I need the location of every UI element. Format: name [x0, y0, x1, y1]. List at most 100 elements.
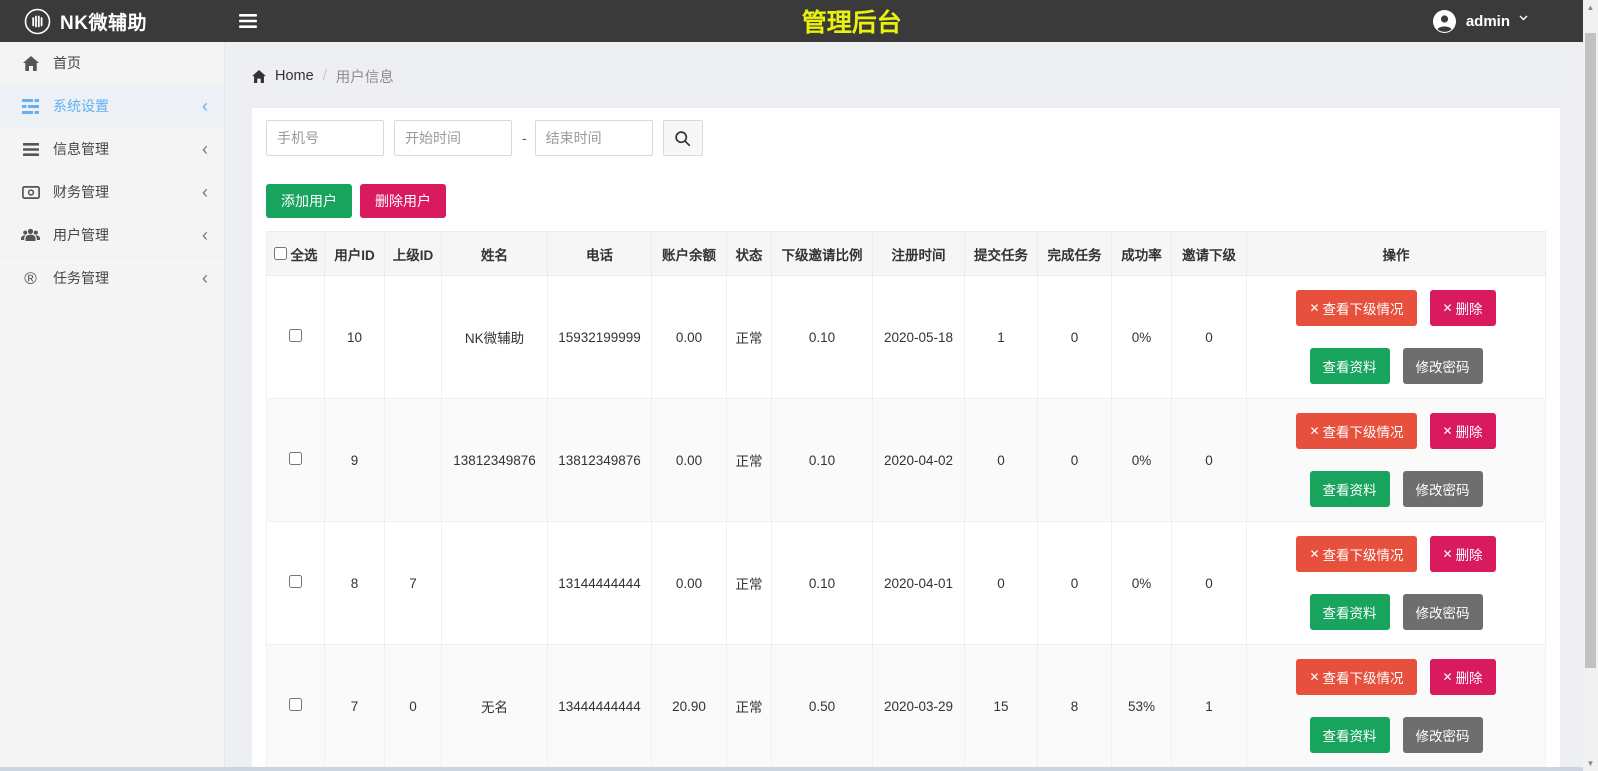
cell-submitted: 0 [965, 399, 1038, 522]
top-header: NK微辅助 管理后台 admin [0, 0, 1598, 42]
delete-row-button[interactable]: ✕删除 [1430, 659, 1496, 695]
end-time-input[interactable] [535, 120, 653, 156]
delete-row-button[interactable]: ✕删除 [1430, 290, 1496, 326]
cell-parent-id: 0 [385, 645, 442, 768]
cell-phone: 15932199999 [548, 276, 652, 399]
bottom-edge [0, 767, 1583, 771]
delete-user-button[interactable]: 删除用户 [360, 184, 446, 218]
view-profile-button[interactable]: 查看资料 [1310, 348, 1390, 384]
delete-row-button[interactable]: ✕删除 [1430, 536, 1496, 572]
search-button[interactable] [663, 120, 703, 156]
table-row: 8 7 13144444444 0.00 正常 0.10 2020-04-01 … [267, 522, 1546, 645]
breadcrumb-home[interactable]: Home [275, 68, 314, 84]
cell-phone: 13144444444 [548, 522, 652, 645]
cell-balance: 20.90 [652, 645, 727, 768]
change-password-button[interactable]: 修改密码 [1403, 594, 1483, 630]
change-password-button[interactable]: 修改密码 [1403, 471, 1483, 507]
header-submitted: 提交任务 [965, 232, 1038, 276]
view-subordinates-button[interactable]: ✕查看下级情况 [1296, 413, 1416, 449]
cell-invited: 1 [1172, 645, 1247, 768]
cell-success-rate: 0% [1112, 276, 1172, 399]
view-profile-button[interactable]: 查看资料 [1310, 594, 1390, 630]
chevron-down-icon [1519, 15, 1528, 21]
header-operations: 操作 [1247, 232, 1546, 276]
view-profile-button[interactable]: 查看资料 [1310, 471, 1390, 507]
registered-icon: ® [21, 270, 40, 287]
view-profile-button[interactable]: 查看资料 [1310, 717, 1390, 753]
cell-success-rate: 53% [1112, 645, 1172, 768]
sidebar-item-system-settings[interactable]: 系统设置 ‹ [0, 85, 224, 128]
date-range-separator: - [522, 130, 527, 146]
users-table: 全选 用户ID 上级ID 姓名 电话 账户余额 状态 下级邀请比例 注册时间 提… [266, 231, 1546, 768]
admin-app: NK微辅助 管理后台 admin 首页 [0, 0, 1598, 771]
home-icon [21, 56, 40, 71]
phone-input[interactable] [266, 120, 384, 156]
cell-user-id: 10 [325, 276, 385, 399]
row-checkbox[interactable] [289, 452, 302, 465]
scroll-down-button[interactable]: ▼ [1583, 756, 1598, 771]
view-subordinates-button[interactable]: ✕查看下级情况 [1296, 536, 1416, 572]
header-reg-time: 注册时间 [873, 232, 965, 276]
cell-parent-id: 7 [385, 522, 442, 645]
sidebar-item-finance-management[interactable]: 财务管理 ‹ [0, 171, 224, 214]
menu-toggle-button[interactable] [239, 14, 257, 28]
cell-invite-ratio: 0.10 [772, 399, 873, 522]
sidebar-item-task-management[interactable]: ® 任务管理 ‹ [0, 257, 224, 300]
table-actions: 添加用户 删除用户 [266, 184, 1546, 218]
sidebar-item-user-management[interactable]: 用户管理 ‹ [0, 214, 224, 257]
row-checkbox[interactable] [289, 575, 302, 588]
hamburger-icon [239, 14, 257, 28]
cell-invite-ratio: 0.10 [772, 276, 873, 399]
vertical-scrollbar[interactable]: ▲ ▼ [1583, 0, 1598, 771]
chevron-left-icon: ‹ [202, 183, 208, 201]
table-row: 10 NK微辅助 15932199999 0.00 正常 0.10 2020-0… [267, 276, 1546, 399]
cell-name: 无名 [442, 645, 548, 768]
info-management-icon [21, 143, 40, 156]
view-subordinates-button[interactable]: ✕查看下级情况 [1296, 290, 1416, 326]
cell-reg-time: 2020-04-02 [873, 399, 965, 522]
cell-name: 13812349876 [442, 399, 548, 522]
cell-invite-ratio: 0.50 [772, 645, 873, 768]
breadcrumb-separator: / [323, 68, 327, 84]
user-menu[interactable]: admin [1432, 9, 1528, 34]
breadcrumb: Home / 用户信息 [252, 60, 1560, 92]
sidebar-item-label: 首页 [53, 53, 81, 73]
scrollbar-thumb[interactable] [1585, 33, 1596, 668]
select-all-checkbox[interactable] [274, 247, 287, 260]
x-icon: ✕ [1443, 424, 1453, 438]
system-settings-icon [21, 99, 40, 114]
header-completed: 完成任务 [1038, 232, 1112, 276]
sidebar-item-home[interactable]: 首页 [0, 42, 224, 85]
row-checkbox[interactable] [289, 698, 302, 711]
cell-balance: 0.00 [652, 522, 727, 645]
home-icon [252, 70, 266, 83]
view-subordinates-button[interactable]: ✕查看下级情况 [1296, 659, 1416, 695]
add-user-button[interactable]: 添加用户 [266, 184, 352, 218]
row-checkbox[interactable] [289, 329, 302, 342]
scroll-up-button[interactable]: ▲ [1583, 0, 1598, 15]
cell-parent-id [385, 276, 442, 399]
sidebar-item-label: 任务管理 [53, 268, 109, 288]
x-icon: ✕ [1443, 301, 1453, 315]
change-password-button[interactable]: 修改密码 [1403, 717, 1483, 753]
brand-logo-icon [24, 8, 51, 35]
brand: NK微辅助 [0, 8, 225, 35]
cell-name: NK微辅助 [442, 276, 548, 399]
content-panel: - 添加用户 删除用户 [252, 108, 1560, 771]
sidebar-item-info-management[interactable]: 信息管理 ‹ [0, 128, 224, 171]
cell-status: 正常 [727, 522, 772, 645]
table-row: 9 13812349876 13812349876 0.00 正常 0.10 2… [267, 399, 1546, 522]
brand-name: NK微辅助 [60, 8, 147, 35]
start-time-input[interactable] [394, 120, 512, 156]
delete-row-button[interactable]: ✕删除 [1430, 413, 1496, 449]
cell-completed: 8 [1038, 645, 1112, 768]
cell-phone: 13812349876 [548, 399, 652, 522]
sidebar: 首页 系统设置 ‹ 信息管理 ‹ 财务管理 ‹ [0, 42, 225, 771]
x-icon: ✕ [1443, 670, 1453, 684]
sidebar-item-label: 系统设置 [53, 96, 109, 116]
x-icon: ✕ [1309, 301, 1319, 315]
table-row: 7 0 无名 13444444444 20.90 正常 0.50 2020-03… [267, 645, 1546, 768]
header-invite-ratio: 下级邀请比例 [772, 232, 873, 276]
change-password-button[interactable]: 修改密码 [1403, 348, 1483, 384]
sidebar-item-label: 用户管理 [53, 225, 109, 245]
